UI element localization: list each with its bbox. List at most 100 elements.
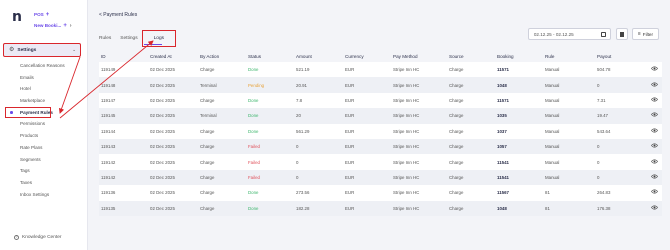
- table-row[interactable]: 119149 02 Dec 2025 Charge Done 521.19 EUR Stri…: [99, 62, 662, 78]
- cell-status: Failed: [248, 159, 260, 165]
- table-row[interactable]: 119136 02 Dec 2025 Charge Done 273.56 EUR Stri…: [99, 185, 662, 201]
- cell-id: 119142: [101, 174, 116, 180]
- cell-booking: 11571: [497, 67, 509, 73]
- eye-icon[interactable]: [647, 82, 662, 89]
- table-row[interactable]: 119142 02 Dec 2025 Charge Failed 0 EUR Stripe …: [99, 169, 662, 186]
- cell-id: 119147: [101, 97, 116, 103]
- cell-amount: 0: [296, 159, 299, 165]
- table-row[interactable]: 119135 02 Dec 2025 Charge Done 182.28 EUR Stri…: [99, 200, 662, 216]
- sidebar-settings[interactable]: ⚙ Settings ⌄: [3, 43, 81, 57]
- cell-booking: 1057: [497, 144, 507, 150]
- cell-payout: 0: [597, 82, 600, 88]
- app-logo[interactable]: n: [12, 9, 28, 25]
- cell-pay-method: Stripe Inn HC: [393, 113, 420, 119]
- cell-rule: Manual: [545, 113, 560, 119]
- eye-icon-glyph: [651, 66, 658, 71]
- column-header-by-action: By Action: [200, 54, 220, 59]
- eye-icon[interactable]: [647, 189, 662, 196]
- knowledge-center-label: Knowledge Center: [22, 235, 62, 240]
- cell-currency: EUR: [345, 82, 355, 88]
- logs-table: ID Created At By Action Status Amount Cu…: [99, 51, 662, 216]
- cell-booking: 1037: [497, 128, 507, 134]
- cell-currency: EUR: [345, 205, 355, 211]
- cell-payout: 19.47: [597, 113, 608, 119]
- cell-created-at: 02 Dec 2025: [150, 67, 175, 73]
- cell-source: Charge: [449, 113, 464, 119]
- eye-icon[interactable]: [647, 112, 662, 119]
- eye-icon-glyph: [651, 82, 658, 87]
- table-row[interactable]: 119143 02 Dec 2025 Charge Failed 0 EUR Stripe …: [99, 138, 662, 155]
- cell-status: Done: [248, 113, 259, 119]
- column-header-status: Status: [248, 54, 262, 59]
- column-header-amount: Amount: [296, 54, 312, 59]
- table-row[interactable]: 119144 02 Dec 2025 Charge Done 561.29 EUR Stri…: [99, 123, 662, 139]
- cell-pay-method: Stripe Inn HC: [393, 159, 420, 165]
- cell-payout: 504.78: [597, 67, 611, 73]
- cell-booking: 1048: [497, 82, 507, 88]
- table-row[interactable]: 119147 02 Dec 2025 Charge Done 7.8 EUR Stripe …: [99, 92, 662, 109]
- table-body: 119149 02 Dec 2025 Charge Done 521.19 EUR Stri…: [99, 62, 662, 216]
- export-button[interactable]: [615, 28, 628, 40]
- cell-payout: 264.83: [597, 190, 611, 196]
- cell-currency: EUR: [345, 128, 355, 134]
- sidebar-item-taxes[interactable]: Taxes: [0, 177, 88, 189]
- cell-payout: 7.31: [597, 97, 606, 103]
- cell-id: 119135: [101, 205, 116, 211]
- breadcrumb[interactable]: < Payment Rules: [99, 12, 137, 18]
- cell-created-at: 02 Dec 2025: [150, 82, 175, 88]
- quick-actions: POS + New Booki... + ›: [34, 9, 72, 31]
- cell-by-action: Charge: [200, 174, 215, 180]
- sidebar-item-cancellation-reasons[interactable]: Cancellation Reasons: [0, 60, 88, 72]
- eye-icon[interactable]: [647, 159, 662, 166]
- sidebar-item-emails[interactable]: Emails: [0, 72, 88, 84]
- eye-icon[interactable]: [647, 205, 662, 212]
- cell-by-action: Charge: [200, 190, 215, 196]
- eye-icon-glyph: [651, 128, 658, 133]
- sidebar-item-inbox-settings[interactable]: Inbox Settings: [0, 189, 88, 201]
- knowledge-center-link[interactable]: ? Knowledge Center: [14, 235, 61, 240]
- eye-icon[interactable]: [647, 66, 662, 73]
- sidebar-item-marketplace[interactable]: Marketplace: [0, 95, 88, 107]
- tab-rules[interactable]: Rules: [99, 36, 111, 41]
- sidebar-item-hotel[interactable]: Hotel: [0, 83, 88, 95]
- table-row[interactable]: 119145 02 Dec 2025 Terminal Done 20 EUR Stripe…: [99, 108, 662, 124]
- cell-status: Done: [248, 205, 259, 211]
- new-booking-link[interactable]: New Booki... + ›: [34, 20, 72, 31]
- eye-icon[interactable]: [647, 128, 662, 135]
- cell-status: Pending: [248, 82, 265, 88]
- eye-icon[interactable]: [647, 97, 662, 104]
- eye-icon[interactable]: [647, 143, 662, 150]
- cell-rule: 81: [545, 205, 550, 211]
- cell-amount: 0: [296, 144, 299, 150]
- filter-button[interactable]: ≡ Filter: [631, 28, 659, 40]
- sidebar-item-payment-rules[interactable]: Payment Rules: [5, 106, 53, 119]
- sidebar-item-rate-plans[interactable]: Rate Plans: [0, 142, 88, 154]
- sidebar-item-segments[interactable]: Segments: [0, 154, 88, 166]
- cell-status: Done: [248, 67, 259, 73]
- cell-currency: EUR: [345, 97, 355, 103]
- date-range-picker[interactable]: 02.12.25 - 02.12.25: [527, 28, 611, 40]
- cell-id: 119143: [101, 144, 116, 150]
- cell-amount: 0: [296, 174, 299, 180]
- cell-source: Charge: [449, 159, 464, 165]
- help-circle-icon: ?: [14, 235, 19, 240]
- pos-link[interactable]: POS +: [34, 9, 72, 20]
- tab-settings[interactable]: Settings: [120, 36, 137, 41]
- table-row[interactable]: 119142 02 Dec 2025 Charge Failed 0 EUR Stripe …: [99, 154, 662, 170]
- cell-amount: 521.19: [296, 67, 310, 73]
- sidebar-item-tags[interactable]: Tags: [0, 165, 88, 177]
- eye-icon[interactable]: [647, 174, 662, 181]
- cell-currency: EUR: [345, 144, 355, 150]
- table-row[interactable]: 119148 02 Dec 2025 Terminal Pending 20.91 EUR…: [99, 77, 662, 93]
- cell-pay-method: Stripe Inn HC: [393, 128, 420, 134]
- cell-booking: 11541: [497, 174, 509, 180]
- sidebar-item-products[interactable]: Products: [0, 130, 88, 142]
- cell-amount: 182.28: [296, 205, 310, 211]
- column-header-source: Source: [449, 54, 464, 59]
- cell-rule: Manual: [545, 159, 560, 165]
- sidebar-item-permissions[interactable]: Permissions: [0, 118, 88, 130]
- eye-icon-glyph: [651, 112, 658, 117]
- cell-rule: Manual: [545, 67, 560, 73]
- cell-source: Charge: [449, 67, 464, 73]
- cell-amount: 273.56: [296, 190, 310, 196]
